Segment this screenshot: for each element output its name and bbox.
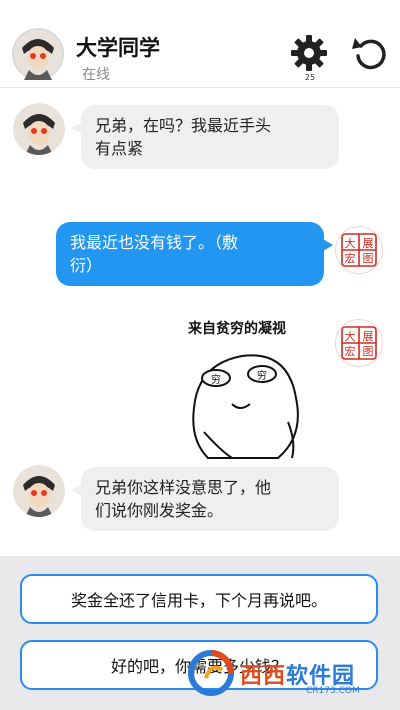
svg-text:图: 图 [363, 345, 374, 358]
svg-text:穷: 穷 [257, 369, 267, 382]
gear-icon[interactable] [290, 34, 328, 72]
svg-text:图: 图 [363, 252, 374, 265]
reply-option-label: 奖金全还了信用卡，下个月再说吧。 [70, 591, 327, 610]
message-text: 我最近也没有钱了。（敷 [70, 233, 239, 252]
svg-text:大: 大 [345, 236, 356, 250]
message-bubble-incoming: 兄弟，在吗？我最近手头 有点紧 [72, 105, 339, 169]
svg-text:展: 展 [363, 330, 374, 343]
message-text: 衍） [70, 256, 103, 275]
svg-text:宏: 宏 [345, 251, 356, 265]
contact-name: 大学同学 [76, 36, 160, 60]
settings-badge: 25 [304, 73, 316, 82]
message-text: 兄弟你这样没意思了，他 [95, 478, 272, 497]
watermark-url: CR173.COM [306, 686, 360, 696]
contact-avatar[interactable] [12, 28, 64, 80]
message-text: 兄弟，在吗？我最近手头 [95, 116, 272, 135]
reply-option-1[interactable]: 奖金全还了信用卡，下个月再说吧。 [20, 574, 378, 624]
message-bubble-outgoing: 我最近也没有钱了。（敷 衍） [56, 222, 333, 286]
watermark-logo-icon [186, 648, 236, 698]
svg-text:穷: 穷 [211, 373, 221, 386]
refresh-icon[interactable] [352, 34, 388, 72]
message-bubble-incoming: 兄弟你这样没意思了，他 们说你刚发奖金。 [72, 467, 339, 531]
user-avatar-seal[interactable]: 大 展 宏 图 [335, 319, 383, 367]
chat-header: 大学同学 在线 25 [0, 0, 400, 88]
svg-text:宏: 宏 [345, 344, 356, 358]
message-text: 有点紧 [95, 139, 144, 158]
user-avatar-seal[interactable]: 大 展 宏 图 [335, 226, 383, 274]
sticker-caption: 来自贫穷的凝视 [188, 321, 286, 337]
contact-avatar[interactable] [13, 103, 65, 155]
contact-avatar[interactable] [13, 465, 65, 517]
svg-text:大: 大 [345, 329, 356, 343]
svg-text:展: 展 [363, 237, 374, 250]
site-watermark: 西西软件园 CR173.COM [186, 640, 386, 700]
message-text: 们说你刚发奖金。 [95, 501, 224, 520]
contact-status: 在线 [82, 67, 110, 83]
